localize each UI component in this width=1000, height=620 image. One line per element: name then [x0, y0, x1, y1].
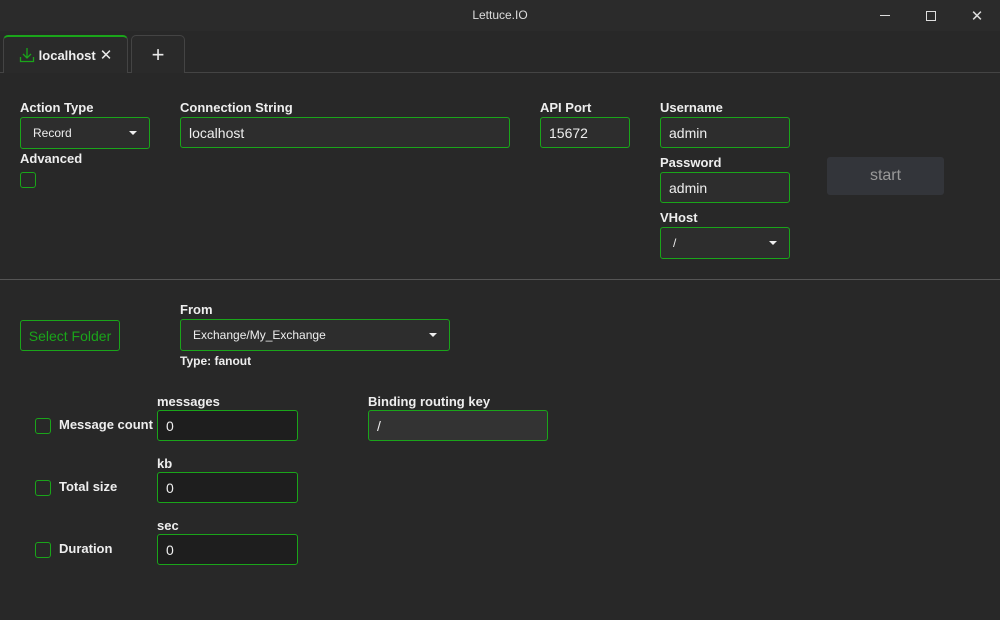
chevron-down-icon [429, 333, 437, 337]
start-button[interactable]: start [827, 157, 944, 195]
new-tab-button[interactable]: + [131, 35, 185, 73]
tab-label: localhost [38, 47, 96, 63]
api-port-label: API Port [540, 100, 592, 115]
connection-string-input[interactable]: localhost [180, 117, 510, 148]
chevron-down-icon [129, 131, 137, 135]
duration-checkbox[interactable] [35, 542, 51, 558]
select-folder-button[interactable]: Select Folder [20, 320, 120, 351]
password-input[interactable]: admin [660, 172, 790, 203]
total-size-label: Total size [59, 479, 118, 494]
chevron-down-icon [769, 241, 777, 245]
maximize-icon [926, 10, 936, 21]
action-type-label: Action Type [20, 100, 94, 115]
divider [0, 279, 1000, 280]
vhost-label: VHost [660, 210, 698, 225]
window-title: Lettuce.IO [472, 8, 528, 22]
close-icon: ✕ [970, 7, 984, 25]
advanced-label: Advanced [20, 151, 83, 166]
vhost-select[interactable]: / [660, 227, 790, 259]
message-count-label: Message count [59, 417, 153, 432]
action-type-select[interactable]: Record [20, 117, 150, 149]
action-type-value: Record [33, 126, 72, 140]
username-label: Username [660, 100, 723, 115]
exchange-type-text: Type: fanout [180, 354, 252, 368]
binding-routing-key-input[interactable]: / [368, 410, 548, 441]
from-label: From [180, 302, 213, 317]
connection-string-label: Connection String [180, 100, 293, 115]
duration-label: Duration [59, 541, 113, 556]
advanced-checkbox[interactable] [20, 172, 36, 188]
duration-input[interactable]: 0 [157, 534, 298, 565]
total-size-input[interactable]: 0 [157, 472, 298, 503]
vhost-value: / [673, 236, 677, 250]
tab-localhost[interactable]: localhost ✕ [3, 35, 128, 73]
message-count-input[interactable]: 0 [157, 410, 298, 441]
tab-close-icon[interactable]: ✕ [100, 46, 113, 64]
message-count-checkbox[interactable] [35, 418, 51, 434]
plus-icon: + [151, 41, 165, 67]
password-label: Password [660, 155, 722, 170]
download-icon [19, 48, 34, 63]
minimize-button[interactable] [862, 0, 908, 31]
api-port-input[interactable]: 15672 [540, 117, 630, 148]
maximize-button[interactable] [908, 0, 954, 31]
sec-unit-label: sec [157, 518, 179, 533]
kb-unit-label: kb [157, 456, 173, 471]
from-select[interactable]: Exchange/My_Exchange [180, 319, 450, 351]
messages-unit-label: messages [157, 394, 220, 409]
close-button[interactable]: ✕ [954, 0, 1000, 31]
from-value: Exchange/My_Exchange [193, 328, 326, 342]
binding-routing-key-label: Binding routing key [368, 394, 491, 409]
minimize-icon [880, 15, 890, 16]
total-size-checkbox[interactable] [35, 480, 51, 496]
username-input[interactable]: admin [660, 117, 790, 148]
